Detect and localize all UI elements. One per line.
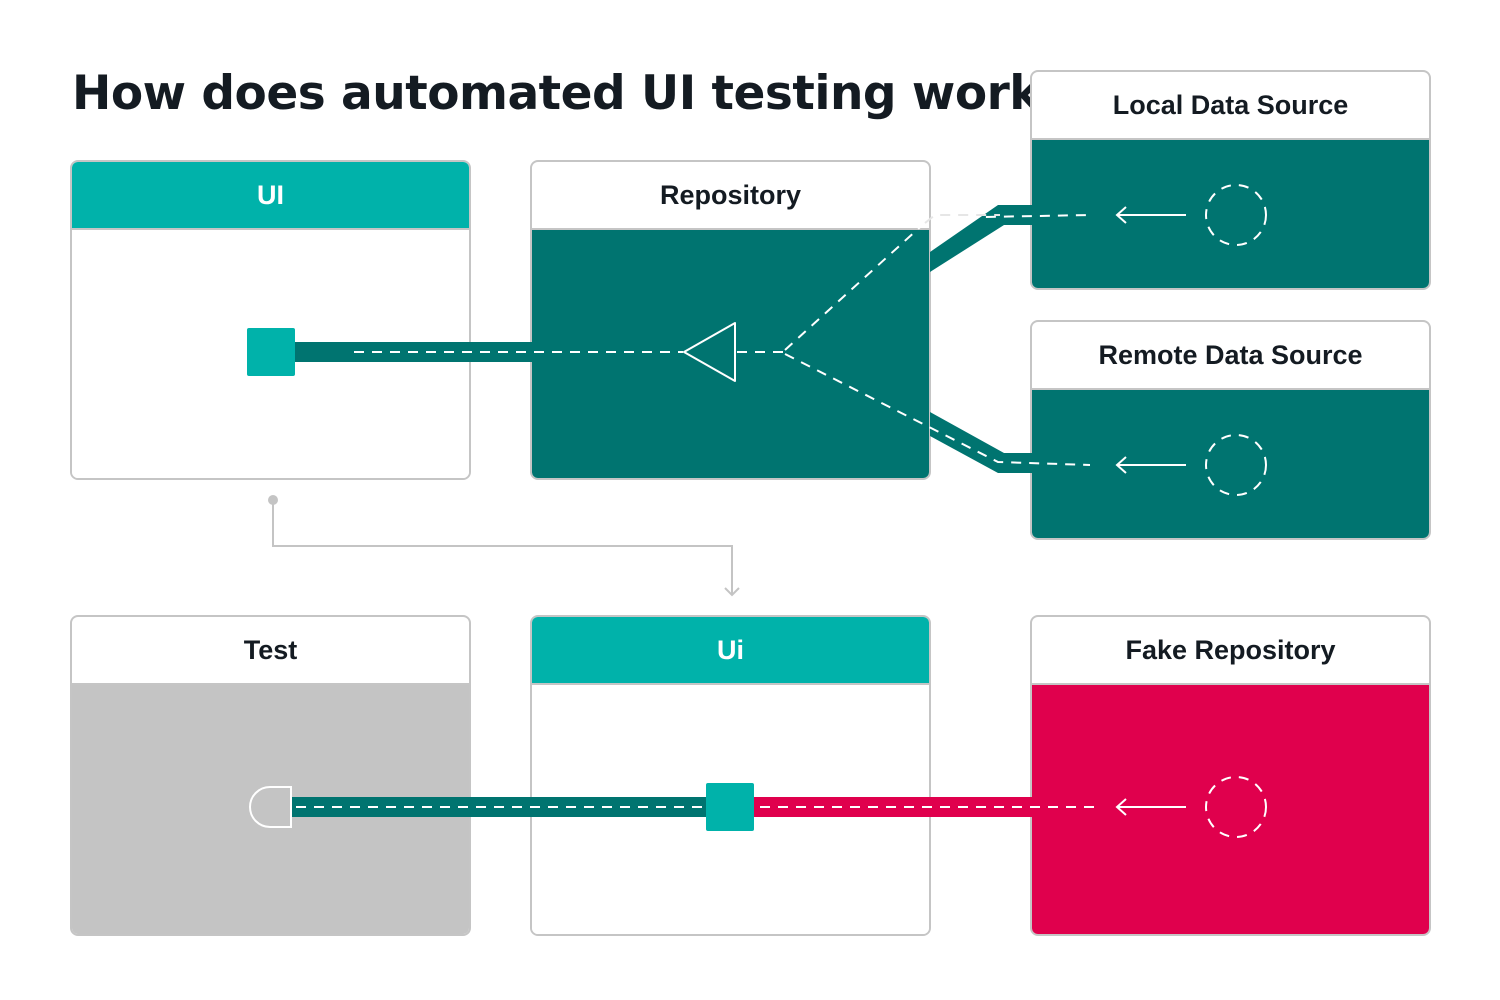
local-data-source-header: Local Data Source [1032, 72, 1429, 140]
test-ui-box: Ui [530, 615, 931, 936]
test-box-header: Test [72, 617, 469, 685]
fake-repository-body [1032, 685, 1429, 934]
remote-data-source-body [1032, 390, 1429, 538]
test-box: Test [70, 615, 471, 936]
transition-connector [272, 500, 733, 595]
repository-box-body [532, 230, 929, 478]
remote-data-source-header: Remote Data Source [1032, 322, 1429, 390]
flow-dash-local-outside [924, 214, 1000, 224]
fake-repository-box: Fake Repository [1030, 615, 1431, 936]
transition-arrow-head-icon [724, 587, 740, 597]
transition-start-dot [268, 495, 278, 505]
diagram-title: How does automated UI testing work? [72, 66, 1067, 121]
test-box-body [72, 685, 469, 934]
local-data-source-box: Local Data Source [1030, 70, 1431, 290]
test-ui-box-body [532, 685, 929, 934]
test-ui-box-header: Ui [532, 617, 929, 685]
ui-box-header: UI [72, 162, 469, 230]
local-source-connector [930, 205, 1032, 272]
remote-data-source-box: Remote Data Source [1030, 320, 1431, 540]
remote-source-connector [930, 412, 1032, 473]
ui-box: UI [70, 160, 471, 480]
repository-box: Repository [530, 160, 931, 480]
ui-box-body [72, 230, 469, 478]
local-data-source-body [1032, 140, 1429, 288]
fake-repository-header: Fake Repository [1032, 617, 1429, 685]
repository-box-header: Repository [532, 162, 929, 230]
